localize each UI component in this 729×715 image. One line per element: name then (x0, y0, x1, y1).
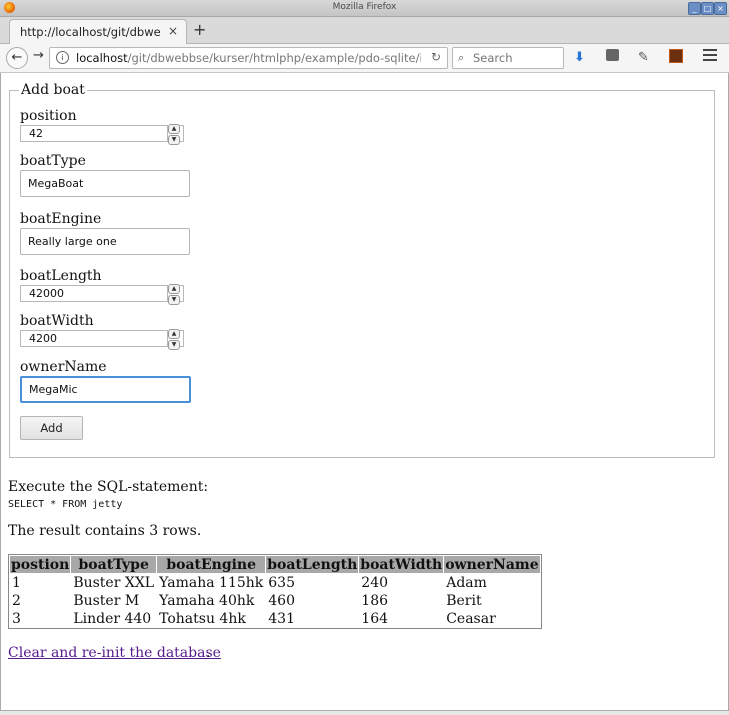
spin-down-icon[interactable]: ▼ (168, 295, 180, 305)
url-path: /git/dbwebbse/kurser/htmlphp/example/pdo… (127, 51, 421, 65)
spin-up-icon[interactable]: ▲ (168, 329, 180, 339)
new-tab-button[interactable]: + (193, 20, 206, 39)
table-cell: Buster M (73, 592, 140, 609)
position-label: position (20, 108, 77, 124)
boatwidth-label: boatWidth (20, 313, 94, 329)
table-cell: 186 (361, 592, 389, 609)
table-cell: 431 (268, 610, 295, 627)
table-cell: Linder 440 (73, 610, 152, 627)
tab-strip: http://localhost/git/dbwebb × + (0, 17, 729, 44)
table-cell: Ceasar (446, 610, 496, 627)
tab-close-icon[interactable]: × (168, 24, 178, 38)
eyedropper-icon[interactable]: ✎ (638, 50, 649, 65)
table-row: 1 Buster XXL Yamaha 115hk 635 240 Adam (10, 574, 540, 591)
forward-arrow-icon[interactable]: → (33, 48, 44, 63)
spin-up-icon[interactable]: ▲ (168, 124, 180, 134)
info-icon[interactable]: i (56, 51, 69, 64)
boatengine-input[interactable]: Really large one (20, 228, 190, 255)
sql-intro-text: Execute the SQL-statement: (8, 479, 209, 495)
spin-down-icon[interactable]: ▼ (168, 340, 180, 350)
window-titlebar: Mozilla Firefox _ □ × (0, 0, 729, 17)
table-cell: 1 (12, 574, 21, 591)
boatlength-label: boatLength (20, 268, 102, 284)
maximize-button[interactable]: □ (701, 2, 714, 15)
boatwidth-value: 4200 (29, 332, 57, 345)
search-box[interactable]: ⌕ (452, 47, 564, 69)
url-bar[interactable]: i localhost/git/dbwebbse/kurser/htmlphp/… (49, 47, 448, 69)
add-boat-form: Add boat position 42 ▲ ▼ boatType MegaBoa… (9, 82, 715, 458)
spin-up-icon[interactable]: ▲ (168, 284, 180, 294)
position-input[interactable]: 42 ▲ ▼ (20, 124, 184, 145)
column-header: boatLength (266, 556, 359, 573)
library-icon[interactable] (606, 49, 619, 61)
window-title: Mozilla Firefox (332, 2, 397, 12)
page-content: Add boat position 42 ▲ ▼ boatType MegaBoa… (0, 73, 729, 712)
table-cell: Yamaha 115hk (159, 574, 264, 591)
ownername-label: ownerName (20, 359, 107, 375)
extension-icon[interactable] (669, 49, 683, 63)
link-suffix: . (206, 645, 211, 661)
result-count-text: The result contains 3 rows. (8, 523, 202, 539)
search-input[interactable] (471, 50, 563, 66)
table-cell: 635 (268, 574, 295, 591)
table-cell: 460 (268, 592, 295, 609)
table-row: 2 Buster M Yamaha 40hk 460 186 Berit (10, 592, 540, 609)
table-cell: Buster XXL (73, 574, 155, 591)
table-cell: 164 (361, 610, 389, 627)
url-host: localhost (76, 51, 128, 65)
search-icon: ⌕ (458, 51, 465, 64)
window-bottom-edge (0, 710, 729, 715)
boatwidth-spinner[interactable]: ▲ ▼ (168, 329, 180, 350)
result-table: postion boatType boatEngine boatLength b… (8, 554, 542, 629)
table-cell: Adam (446, 574, 487, 591)
table-cell: 3 (12, 610, 21, 627)
column-header: boatWidth (359, 556, 444, 573)
position-spinner[interactable]: ▲ ▼ (168, 124, 180, 145)
boatlength-value: 42000 (29, 287, 64, 300)
form-legend: Add boat (21, 82, 85, 98)
tab-label: http://localhost/git/dbwebb (20, 25, 160, 39)
boatengine-label: boatEngine (20, 211, 102, 227)
table-cell: Berit (446, 592, 482, 609)
url-text[interactable]: localhost/git/dbwebbse/kurser/htmlphp/ex… (76, 51, 421, 65)
table-header-row: postion boatType boatEngine boatLength b… (10, 556, 540, 573)
boatwidth-input[interactable]: 4200 ▲ ▼ (20, 329, 184, 350)
table-cell: 2 (12, 592, 21, 609)
boatlength-spinner[interactable]: ▲ ▼ (168, 284, 180, 305)
sql-statement: SELECT * FROM jetty (8, 499, 123, 510)
hamburger-menu-icon[interactable] (703, 49, 717, 64)
back-arrow-icon[interactable]: ← (6, 47, 28, 69)
table-row: 3 Linder 440 Tohatsu 4hk 431 164 Ceasar (10, 610, 540, 627)
tab-current[interactable]: http://localhost/git/dbwebb × (9, 19, 187, 44)
position-value: 42 (29, 127, 43, 140)
spin-down-icon[interactable]: ▼ (168, 135, 180, 145)
reload-icon[interactable]: ↻ (431, 50, 441, 64)
minimize-button[interactable]: _ (688, 2, 701, 15)
download-arrow-icon[interactable]: ⬇ (574, 50, 585, 65)
navigation-toolbar: ← → i localhost/git/dbwebbse/kurser/html… (0, 44, 729, 73)
ownername-input[interactable]: MegaMic (20, 376, 191, 403)
table-cell: Tohatsu 4hk (159, 610, 246, 627)
boatlength-input[interactable]: 42000 ▲ ▼ (20, 284, 184, 305)
boattype-input[interactable]: MegaBoat (20, 170, 190, 197)
column-header: boatType (71, 556, 157, 573)
column-header: boatEngine (157, 556, 266, 573)
table-cell: 240 (361, 574, 389, 591)
column-header: ownerName (444, 556, 540, 573)
column-header: postion (10, 556, 71, 573)
table-cell: Yamaha 40hk (159, 592, 255, 609)
add-button[interactable]: Add (20, 416, 83, 440)
close-window-button[interactable]: × (714, 2, 727, 15)
boattype-label: boatType (20, 153, 86, 169)
clear-database-link[interactable]: Clear and re-init the database (8, 645, 221, 661)
